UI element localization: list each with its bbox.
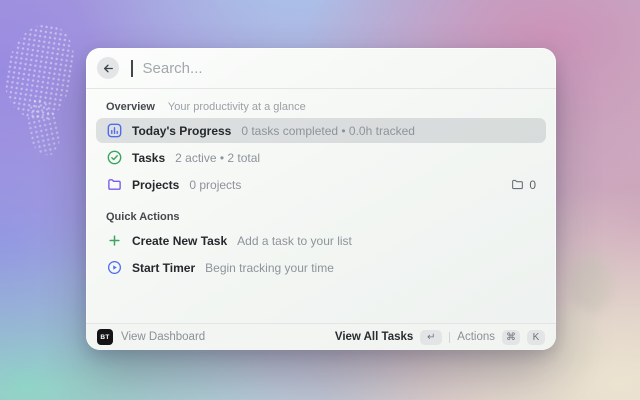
text-caret — [131, 60, 133, 77]
actions-button[interactable]: Actions ⌘ K — [457, 330, 545, 345]
bar-chart-icon — [106, 123, 122, 138]
list-item-projects[interactable]: Projects 0 projects 0 — [96, 172, 546, 197]
section-subtitle: Your productivity at a glance — [168, 101, 306, 113]
list-item-title: Start Timer — [132, 261, 195, 275]
list-item-title: Tasks — [132, 151, 165, 165]
folder-icon — [106, 177, 122, 192]
check-circle-icon — [106, 150, 122, 165]
section-header-quick-actions: Quick Actions — [96, 199, 546, 228]
footer-left-label[interactable]: View Dashboard — [121, 331, 205, 343]
list-item-subtitle: 0 projects — [189, 178, 241, 192]
folder-icon — [511, 178, 524, 191]
footer-bar: BT View Dashboard View All Tasks ↵ Actio… — [86, 323, 556, 350]
list-item-title: Create New Task — [132, 234, 227, 248]
list-item-title: Today's Progress — [132, 124, 231, 138]
section-title: Quick Actions — [106, 211, 180, 223]
results-list: Overview Your productivity at a glance T… — [86, 89, 556, 280]
view-all-tasks-button[interactable]: View All Tasks ↵ — [335, 330, 442, 345]
footer-actions: View All Tasks ↵ Actions ⌘ K — [335, 330, 545, 345]
list-item-title: Projects — [132, 178, 179, 192]
list-item-subtitle: Add a task to your list — [237, 234, 352, 248]
actions-label: Actions — [457, 331, 495, 343]
list-item-todays-progress[interactable]: Today's Progress 0 tasks completed • 0.0… — [96, 118, 546, 143]
launcher-window: Overview Your productivity at a glance T… — [86, 48, 556, 350]
command-key-icon: ⌘ — [502, 330, 520, 345]
search-input[interactable] — [141, 60, 546, 77]
section-header-overview: Overview Your productivity at a glance — [96, 94, 546, 118]
desktop-background: Overview Your productivity at a glance T… — [0, 0, 640, 400]
plus-icon — [106, 233, 122, 248]
project-count: 0 — [529, 178, 536, 192]
back-button[interactable] — [97, 57, 119, 79]
list-item-subtitle: 2 active • 2 total — [175, 151, 260, 165]
app-logo: BT — [97, 329, 113, 345]
list-item-subtitle: 0 tasks completed • 0.0h tracked — [241, 124, 415, 138]
k-key-icon: K — [527, 330, 545, 345]
list-item-tasks[interactable]: Tasks 2 active • 2 total — [96, 145, 546, 170]
search-bar — [86, 48, 556, 89]
list-item-create-new-task[interactable]: Create New Task Add a task to your list — [96, 228, 546, 253]
project-count-badge: 0 — [511, 178, 536, 192]
return-key-icon: ↵ — [420, 330, 442, 345]
footer-divider — [449, 332, 450, 343]
list-item-start-timer[interactable]: Start Timer Begin tracking your time — [96, 255, 546, 280]
view-all-tasks-label: View All Tasks — [335, 331, 413, 343]
arrow-left-icon — [102, 62, 115, 75]
section-title: Overview — [106, 101, 155, 113]
list-item-subtitle: Begin tracking your time — [205, 261, 334, 275]
background-blob — [570, 254, 612, 312]
play-circle-icon — [106, 260, 122, 275]
